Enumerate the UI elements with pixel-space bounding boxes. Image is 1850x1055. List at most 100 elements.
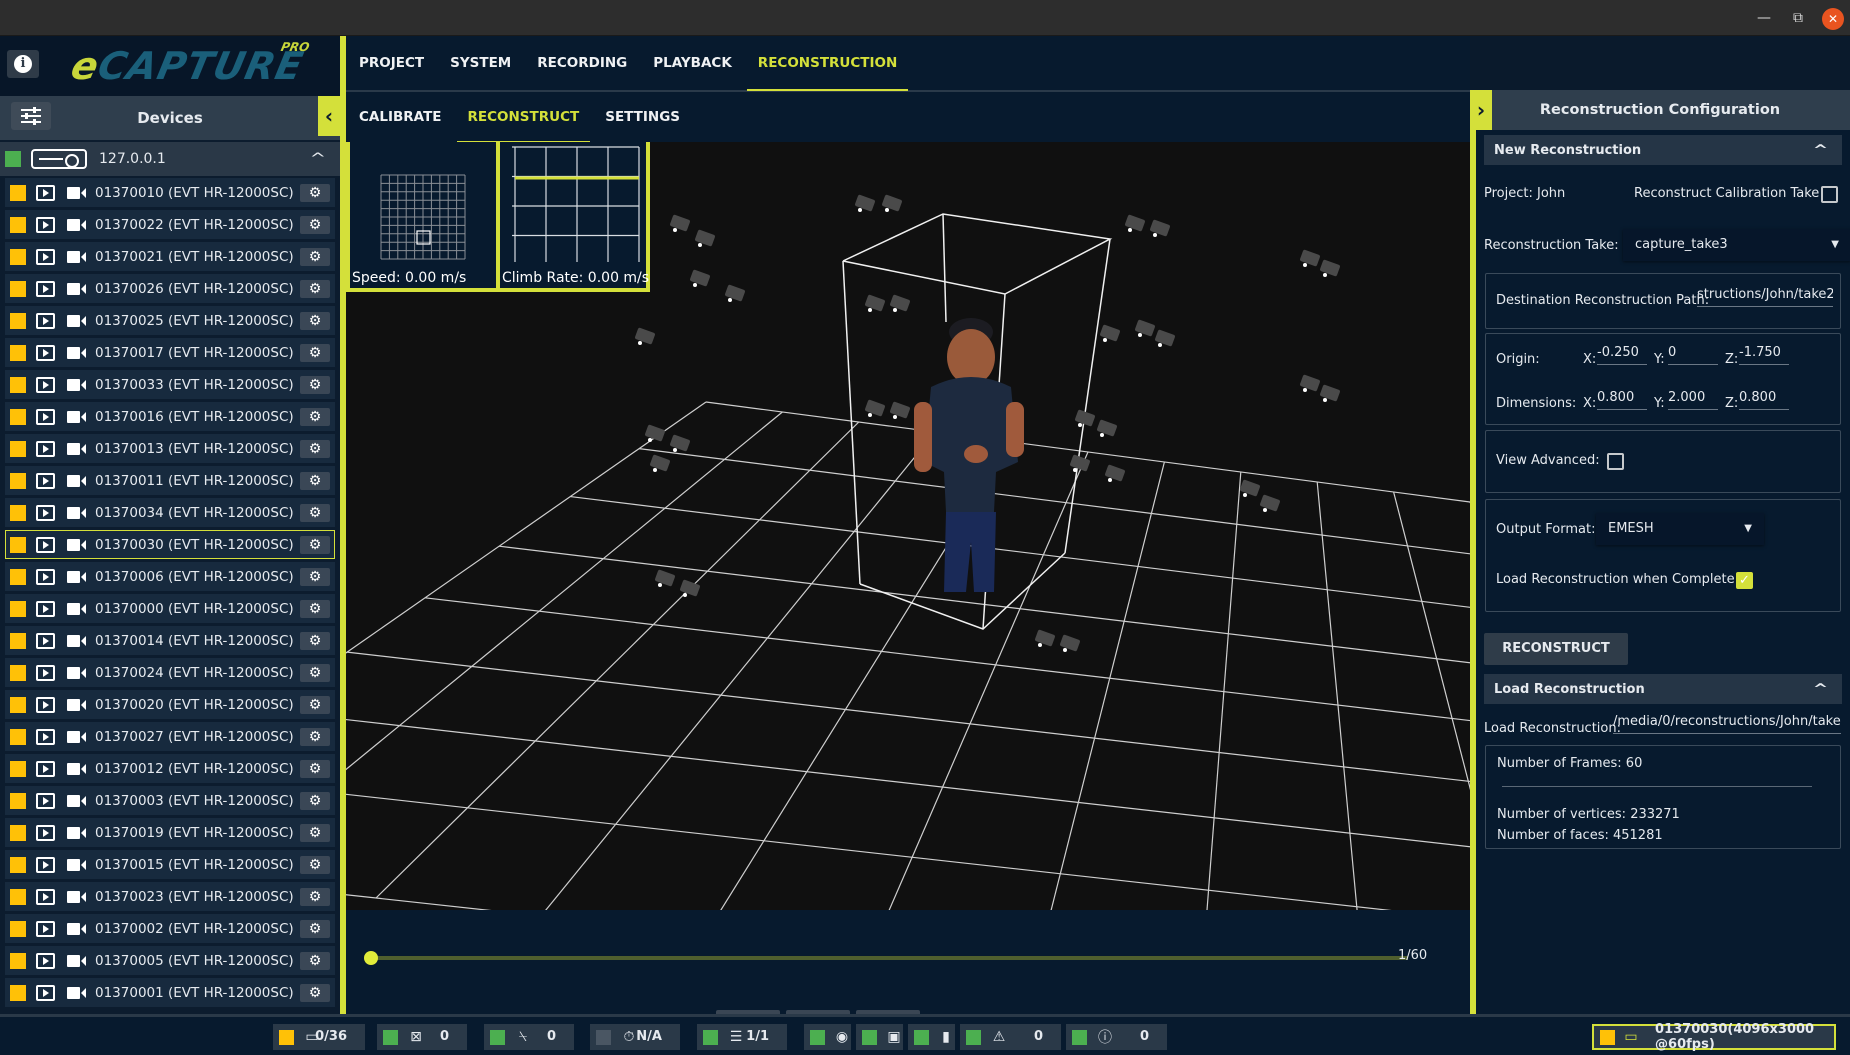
- play-icon[interactable]: [36, 920, 55, 937]
- device-row[interactable]: 01370010 (EVT HR-12000SC) ⚙: [5, 178, 335, 207]
- device-row[interactable]: 01370027 (EVT HR-12000SC) ⚙: [5, 722, 335, 751]
- play-icon[interactable]: [36, 696, 55, 713]
- play-icon[interactable]: [36, 760, 55, 777]
- calibration-take-checkbox[interactable]: [1821, 186, 1838, 203]
- device-row[interactable]: 01370006 (EVT HR-12000SC) ⚙: [5, 562, 335, 591]
- device-settings-button[interactable]: ⚙: [300, 919, 330, 938]
- status-timer[interactable]: ⏱ N/A: [590, 1024, 680, 1050]
- device-row[interactable]: 01370024 (EVT HR-12000SC) ⚙: [5, 658, 335, 687]
- 3d-viewport[interactable]: Speed: 0.00 m/s Climb Rate: 0.00 m/s: [346, 142, 1470, 910]
- device-settings-button[interactable]: ⚙: [300, 695, 330, 714]
- device-settings-button[interactable]: ⚙: [300, 567, 330, 586]
- new-reconstruction-header[interactable]: New Reconstruction ^: [1484, 135, 1842, 165]
- play-icon[interactable]: [36, 888, 55, 905]
- device-settings-button[interactable]: ⚙: [300, 791, 330, 810]
- play-icon[interactable]: [36, 280, 55, 297]
- device-settings-button[interactable]: ⚙: [300, 887, 330, 906]
- device-row[interactable]: 01370003 (EVT HR-12000SC) ⚙: [5, 786, 335, 815]
- status-queue[interactable]: ☰ 1/1: [697, 1024, 787, 1050]
- device-settings-button[interactable]: ⚙: [300, 599, 330, 618]
- device-settings-button[interactable]: ⚙: [300, 407, 330, 426]
- play-icon[interactable]: [36, 728, 55, 745]
- tab-playback[interactable]: PLAYBACK: [653, 41, 732, 85]
- device-settings-button[interactable]: ⚙: [300, 503, 330, 522]
- device-settings-button[interactable]: ⚙: [300, 439, 330, 458]
- minimize-button[interactable]: —: [1754, 8, 1774, 28]
- play-icon[interactable]: [36, 472, 55, 489]
- play-icon[interactable]: [36, 632, 55, 649]
- device-settings-button[interactable]: ⚙: [300, 247, 330, 266]
- device-row[interactable]: 01370021 (EVT HR-12000SC) ⚙: [5, 242, 335, 271]
- status-stats[interactable]: ▮: [908, 1024, 955, 1050]
- device-row[interactable]: 01370034 (EVT HR-12000SC) ⚙: [5, 498, 335, 527]
- tab-system[interactable]: SYSTEM: [450, 41, 511, 85]
- device-row[interactable]: 01370016 (EVT HR-12000SC) ⚙: [5, 402, 335, 431]
- device-settings-button[interactable]: ⚙: [300, 535, 330, 554]
- subtab-calibrate[interactable]: CALIBRATE: [359, 99, 442, 135]
- load-when-complete-checkbox[interactable]: ✓: [1736, 572, 1753, 589]
- status-dropped[interactable]: ⍀ 0: [484, 1024, 574, 1050]
- reconstruction-take-select[interactable]: capture_take3 ▼: [1623, 229, 1850, 261]
- frame-slider[interactable]: [368, 956, 1408, 960]
- device-settings-button[interactable]: ⚙: [300, 951, 330, 970]
- device-settings-button[interactable]: ⚙: [300, 343, 330, 362]
- device-settings-button[interactable]: ⚙: [300, 855, 330, 874]
- device-row[interactable]: 01370022 (EVT HR-12000SC) ⚙: [5, 210, 335, 239]
- play-icon[interactable]: [36, 600, 55, 617]
- device-settings-button[interactable]: ⚙: [300, 983, 330, 1002]
- subtab-reconstruct[interactable]: RECONSTRUCT: [456, 99, 590, 143]
- reconstruct-take-button[interactable]: RECONSTRUCT TAKE: [1484, 633, 1628, 688]
- device-row[interactable]: 01370026 (EVT HR-12000SC) ⚙: [5, 274, 335, 303]
- play-icon[interactable]: [36, 184, 55, 201]
- device-row[interactable]: 01370000 (EVT HR-12000SC) ⚙: [5, 594, 335, 623]
- collapse-left-panel-button[interactable]: ‹: [318, 96, 340, 136]
- device-row[interactable]: 01370012 (EVT HR-12000SC) ⚙: [5, 754, 335, 783]
- device-row[interactable]: 01370005 (EVT HR-12000SC) ⚙: [5, 946, 335, 975]
- info-button[interactable]: i: [7, 50, 39, 78]
- subtab-settings[interactable]: SETTINGS: [605, 99, 680, 135]
- play-icon[interactable]: [36, 856, 55, 873]
- destination-path-input[interactable]: structions/John/take20: [1697, 287, 1833, 307]
- view-advanced-checkbox[interactable]: [1607, 453, 1624, 470]
- load-reconstruction-header[interactable]: Load Reconstruction ^: [1484, 674, 1842, 704]
- status-cameras[interactable]: ▭ 0/36: [273, 1024, 365, 1050]
- status-errors[interactable]: ⓘ 0: [1066, 1024, 1167, 1050]
- device-settings-button[interactable]: ⚙: [300, 311, 330, 330]
- origin-x-input[interactable]: -0.250: [1597, 345, 1647, 365]
- load-reconstruction-path-input[interactable]: /media/0/reconstructions/John/take20: [1613, 714, 1841, 734]
- device-row[interactable]: 01370015 (EVT HR-12000SC) ⚙: [5, 850, 335, 879]
- device-settings-button[interactable]: ⚙: [300, 631, 330, 650]
- play-icon[interactable]: [36, 504, 55, 521]
- device-row[interactable]: 01370019 (EVT HR-12000SC) ⚙: [5, 818, 335, 847]
- play-icon[interactable]: [36, 344, 55, 361]
- tab-recording[interactable]: RECORDING: [537, 41, 627, 85]
- play-icon[interactable]: [36, 312, 55, 329]
- current-camera-status[interactable]: ▭ 01370030(4096x3000 @60fps): [1592, 1022, 1836, 1052]
- device-settings-button[interactable]: ⚙: [300, 375, 330, 394]
- play-icon[interactable]: [36, 792, 55, 809]
- output-format-select[interactable]: EMESH ▼: [1596, 513, 1764, 545]
- close-button[interactable]: ✕: [1822, 8, 1844, 30]
- collapse-right-panel-button[interactable]: ›: [1470, 90, 1492, 130]
- play-icon[interactable]: [36, 824, 55, 841]
- device-settings-button[interactable]: ⚙: [300, 759, 330, 778]
- device-row[interactable]: 01370033 (EVT HR-12000SC) ⚙: [5, 370, 335, 399]
- play-icon[interactable]: [36, 536, 55, 553]
- play-icon[interactable]: [36, 408, 55, 425]
- play-icon[interactable]: [36, 664, 55, 681]
- status-cpu[interactable]: ▣: [856, 1024, 903, 1050]
- status-sync[interactable]: ⊠ 0: [377, 1024, 467, 1050]
- device-settings-button[interactable]: ⚙: [300, 727, 330, 746]
- host-row[interactable]: 127.0.0.1 ^: [0, 142, 340, 176]
- play-icon[interactable]: [36, 248, 55, 265]
- play-icon[interactable]: [36, 440, 55, 457]
- filter-button[interactable]: [11, 102, 51, 130]
- device-settings-button[interactable]: ⚙: [300, 823, 330, 842]
- play-icon[interactable]: [36, 568, 55, 585]
- play-icon[interactable]: [36, 952, 55, 969]
- frame-slider-handle[interactable]: [364, 951, 378, 965]
- device-row[interactable]: 01370030 (EVT HR-12000SC) ⚙: [5, 530, 335, 559]
- device-settings-button[interactable]: ⚙: [300, 279, 330, 298]
- tab-reconstruction[interactable]: RECONSTRUCTION: [746, 41, 908, 91]
- device-settings-button[interactable]: ⚙: [300, 663, 330, 682]
